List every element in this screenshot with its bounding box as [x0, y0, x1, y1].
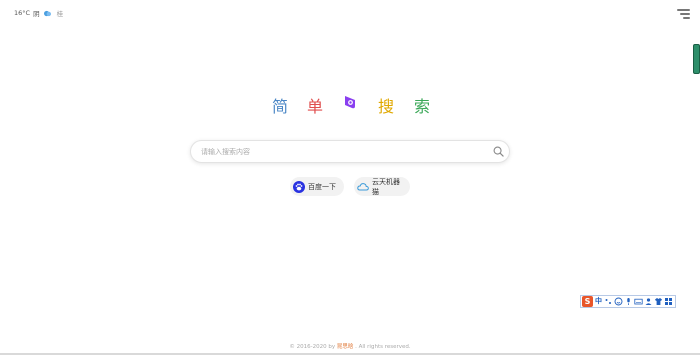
- weather-condition: 阴: [33, 10, 40, 18]
- weather-widget[interactable]: 16°C 阴 桂: [14, 8, 63, 18]
- baidu-paw-icon: [293, 180, 305, 193]
- search-icon[interactable]: [493, 146, 504, 157]
- site-logo: 简 单 搜 索: [0, 90, 700, 118]
- ime-toolbar: S 中: [580, 295, 676, 308]
- cloud-icon: [43, 10, 51, 16]
- baidu-search-button[interactable]: 百度一下: [290, 177, 344, 196]
- logo-mark-icon: [345, 96, 355, 109]
- search-input[interactable]: [201, 144, 481, 159]
- side-scroll-handle[interactable]: [693, 44, 700, 74]
- yun-search-button[interactable]: 云天机器猫: [354, 177, 410, 196]
- microphone-icon[interactable]: [624, 297, 633, 306]
- footer: © 2016-2020 by 昆思晗 . All rights reserved…: [0, 342, 700, 350]
- weather-city: 桂: [56, 10, 64, 18]
- shirt-icon[interactable]: [654, 297, 663, 306]
- logo-char-4: 索: [414, 97, 431, 116]
- footer-copyright: © 2016-2020 by: [289, 344, 336, 350]
- search-box: [190, 140, 510, 163]
- weather-temperature: 16°C: [14, 9, 31, 17]
- menu-icon[interactable]: [677, 9, 690, 19]
- cloud-icon: [357, 182, 369, 190]
- footer-author-link[interactable]: 昆思晗: [337, 344, 354, 350]
- grid-icon[interactable]: [664, 297, 673, 306]
- logo-char-1: 简: [272, 97, 289, 116]
- yun-search-label: 云天机器猫: [372, 177, 400, 196]
- logo-char-2: 单: [307, 97, 324, 116]
- baidu-search-label: 百度一下: [308, 182, 336, 191]
- keyboard-icon[interactable]: [634, 297, 643, 306]
- logo-char-3: 搜: [378, 97, 395, 116]
- sogou-logo-icon[interactable]: S: [582, 296, 593, 307]
- punctuation-icon[interactable]: [604, 297, 613, 306]
- ime-mode-toggle[interactable]: 中: [594, 297, 603, 306]
- search-engines: 百度一下 云天机器猫: [0, 177, 700, 197]
- footer-rights: . All rights reserved.: [355, 344, 411, 350]
- user-icon[interactable]: [644, 297, 653, 306]
- emoji-icon[interactable]: [614, 297, 623, 306]
